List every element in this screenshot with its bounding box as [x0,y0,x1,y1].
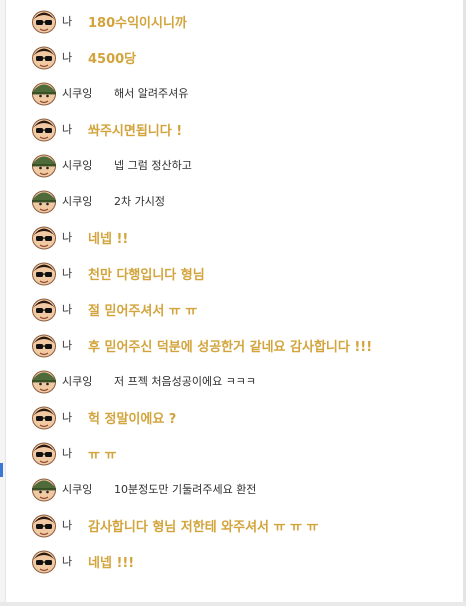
message-text: 헉 정말이에요 ? [88,411,177,427]
my-avatar-icon[interactable] [30,295,58,323]
chat-message-row: 나 절 믿어주셔서 ㅠ ㅠ [30,294,197,324]
sender-name: 시쿠잉 [62,87,93,100]
message-text: 감사합니다 형님 저한테 와주셔서 ㅠ ㅠ ㅠ [88,519,319,535]
chat-message-row: 나 네넵 !!! [30,546,134,576]
chat-message-row: 나 4500당 [30,42,136,72]
sender-name: 시쿠잉 [62,375,93,388]
my-avatar-icon[interactable] [30,43,58,71]
sender-name: 나 [62,447,73,460]
my-avatar-icon[interactable] [30,115,58,143]
message-text: 절 믿어주셔서 ㅠ ㅠ [88,303,198,319]
sender-name: 나 [62,267,73,280]
left-edge-marker [0,463,3,477]
message-text: 저 프젝 처음성공이에요 ㅋㅋㅋ [114,375,257,388]
message-text: 해서 알려주셔유 [114,87,189,100]
message-text: 10분정도만 기둘려주세요 환전 [114,483,257,496]
message-text: 2차 가시정 [114,195,165,208]
sender-name: 시쿠잉 [62,483,93,496]
chat-message-row: 시쿠잉 2차 가시정 [30,186,165,216]
chat-message-row: 나 180수익이시니까 [30,6,187,36]
sender-name: 시쿠잉 [62,195,93,208]
sender-name: 나 [62,303,73,316]
sender-name: 나 [62,555,73,568]
chat-message-row: 나 쏴주시면됩니다 ! [30,114,182,144]
my-avatar-icon[interactable] [30,547,58,575]
message-text: 쏴주시면됩니다 ! [88,123,183,139]
my-avatar-icon[interactable] [30,259,58,287]
sender-name: 나 [62,123,73,136]
chat-message-row: 나 천만 다행입니다 형님 [30,258,205,288]
chat-message-row: 시쿠잉 저 프젝 처음성공이에요 ㅋㅋㅋ [30,366,256,396]
chat-message-row: 시쿠잉 넵 그럼 정산하고 [30,150,192,180]
chat-message-row: 나 감사합니다 형님 저한테 와주셔서 ㅠ ㅠ ㅠ [30,510,318,540]
chat-message-row: 나 후 믿어주신 덕분에 성공한거 같네요 감사합니다 !!! [30,330,372,360]
sikuing-avatar-icon[interactable] [30,367,58,395]
my-avatar-icon[interactable] [30,223,58,251]
sender-name: 나 [62,411,73,424]
chat-message-row: 나 헉 정말이에요 ? [30,402,176,432]
left-scroll-edge [0,0,6,606]
message-text: 180수익이시니까 [88,15,187,31]
my-avatar-icon[interactable] [30,403,58,431]
my-avatar-icon[interactable] [30,511,58,539]
sender-name: 나 [62,339,73,352]
chat-message-row: 나 네넵 !! [30,222,128,252]
bottom-scrollbar[interactable] [0,602,466,606]
message-text: 네넵 !!! [88,555,135,571]
chat-message-row: 나ㅠ ㅠ [30,438,116,468]
my-avatar-icon[interactable] [30,439,58,467]
sender-name: 나 [62,51,73,64]
message-text: ㅠ ㅠ [88,447,117,463]
message-text: 넵 그럼 정산하고 [114,159,192,172]
sikuing-avatar-icon[interactable] [30,79,58,107]
sender-name: 나 [62,15,73,28]
message-text: 네넵 !! [88,231,129,247]
sender-name: 시쿠잉 [62,159,93,172]
my-avatar-icon[interactable] [30,331,58,359]
sikuing-avatar-icon[interactable] [30,151,58,179]
message-text: 천만 다행입니다 형님 [88,267,205,283]
chat-message-row: 시쿠잉 10분정도만 기둘려주세요 환전 [30,474,256,504]
my-avatar-icon[interactable] [30,7,58,35]
message-text: 후 믿어주신 덕분에 성공한거 같네요 감사합니다 !!! [88,339,373,355]
sender-name: 나 [62,519,73,532]
sikuing-avatar-icon[interactable] [30,475,58,503]
chat-message-row: 시쿠잉 해서 알려주셔유 [30,78,188,108]
sender-name: 나 [62,231,73,244]
message-text: 4500당 [88,51,137,67]
sikuing-avatar-icon[interactable] [30,187,58,215]
